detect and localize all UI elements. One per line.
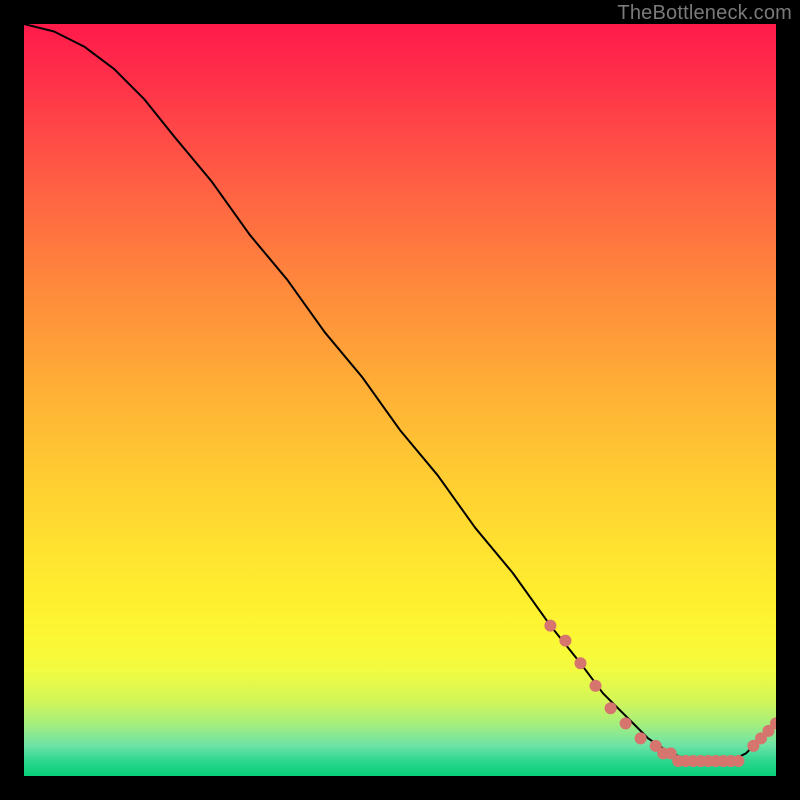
bottleneck-curve bbox=[24, 24, 776, 761]
data-markers bbox=[544, 620, 776, 767]
curve-layer bbox=[24, 24, 776, 776]
marker-dot bbox=[635, 732, 647, 744]
marker-dot bbox=[575, 657, 587, 669]
marker-dot bbox=[732, 755, 744, 767]
marker-dot bbox=[605, 702, 617, 714]
watermark-text: TheBottleneck.com bbox=[617, 2, 792, 25]
gradient-plot-area bbox=[24, 24, 776, 776]
chart-stage: TheBottleneck.com bbox=[0, 0, 800, 800]
marker-dot bbox=[544, 620, 556, 632]
marker-dot bbox=[590, 680, 602, 692]
marker-dot bbox=[559, 635, 571, 647]
marker-dot bbox=[620, 717, 632, 729]
